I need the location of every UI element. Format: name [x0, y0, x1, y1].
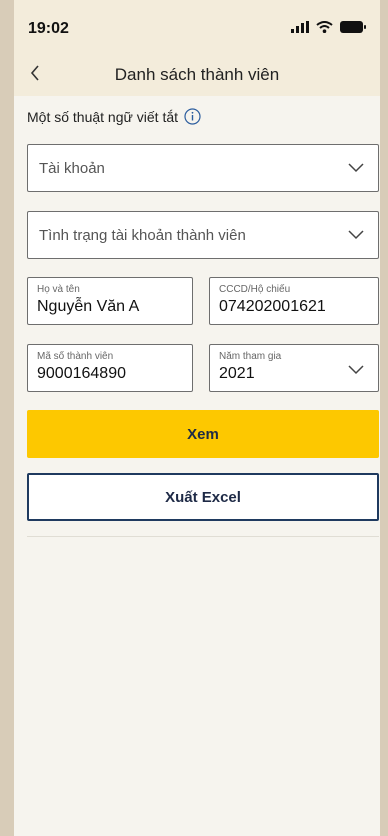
member-id-field[interactable]: Mã số thành viên 9000164890 [27, 344, 193, 392]
join-year-label: Năm tham gia [219, 351, 282, 362]
abbreviations-label: Một số thuật ngữ viết tắt [27, 108, 179, 125]
status-bar: 19:02 [14, 0, 380, 52]
member-id-label: Mã số thành viên [37, 351, 114, 362]
battery-icon [340, 20, 366, 38]
join-year-value: 2021 [219, 365, 255, 382]
status-time: 19:02 [28, 20, 69, 37]
export-excel-button[interactable]: Xuất Excel [27, 473, 379, 521]
account-select[interactable]: Tài khoản [27, 144, 379, 192]
info-icon[interactable] [184, 108, 201, 125]
full-name-label: Họ và tên [37, 284, 80, 295]
member-status-select-value: Tình trạng tài khoản thành viên [39, 227, 246, 244]
wifi-icon [316, 20, 333, 38]
id-number-value: 074202001621 [219, 298, 326, 315]
member-status-select[interactable]: Tình trạng tài khoản thành viên [27, 211, 379, 259]
id-number-label: CCCD/Hộ chiếu [219, 284, 291, 295]
app-screen: 19:02 Danh sách thành viên Một số thuật … [14, 0, 380, 836]
nav-bar: Danh sách thành viên [14, 52, 380, 96]
member-id-value: 9000164890 [37, 365, 126, 382]
id-number-field[interactable]: CCCD/Hộ chiếu 074202001621 [209, 277, 379, 325]
page-title: Danh sách thành viên [114, 65, 280, 84]
chevron-down-icon [348, 230, 364, 240]
full-name-value: Nguyễn Văn A [37, 298, 140, 315]
divider [27, 536, 379, 537]
signal-icon [291, 20, 309, 38]
full-name-field[interactable]: Họ và tên Nguyễn Văn A [27, 277, 193, 325]
account-select-value: Tài khoản [39, 160, 105, 177]
view-button[interactable]: Xem [27, 410, 379, 458]
abbreviations-link[interactable]: Một số thuật ngữ viết tắt [27, 108, 201, 125]
chevron-down-icon [348, 163, 364, 173]
join-year-select[interactable]: Năm tham gia 2021 [209, 344, 379, 392]
chevron-down-icon [348, 365, 364, 375]
status-icons [291, 20, 366, 38]
